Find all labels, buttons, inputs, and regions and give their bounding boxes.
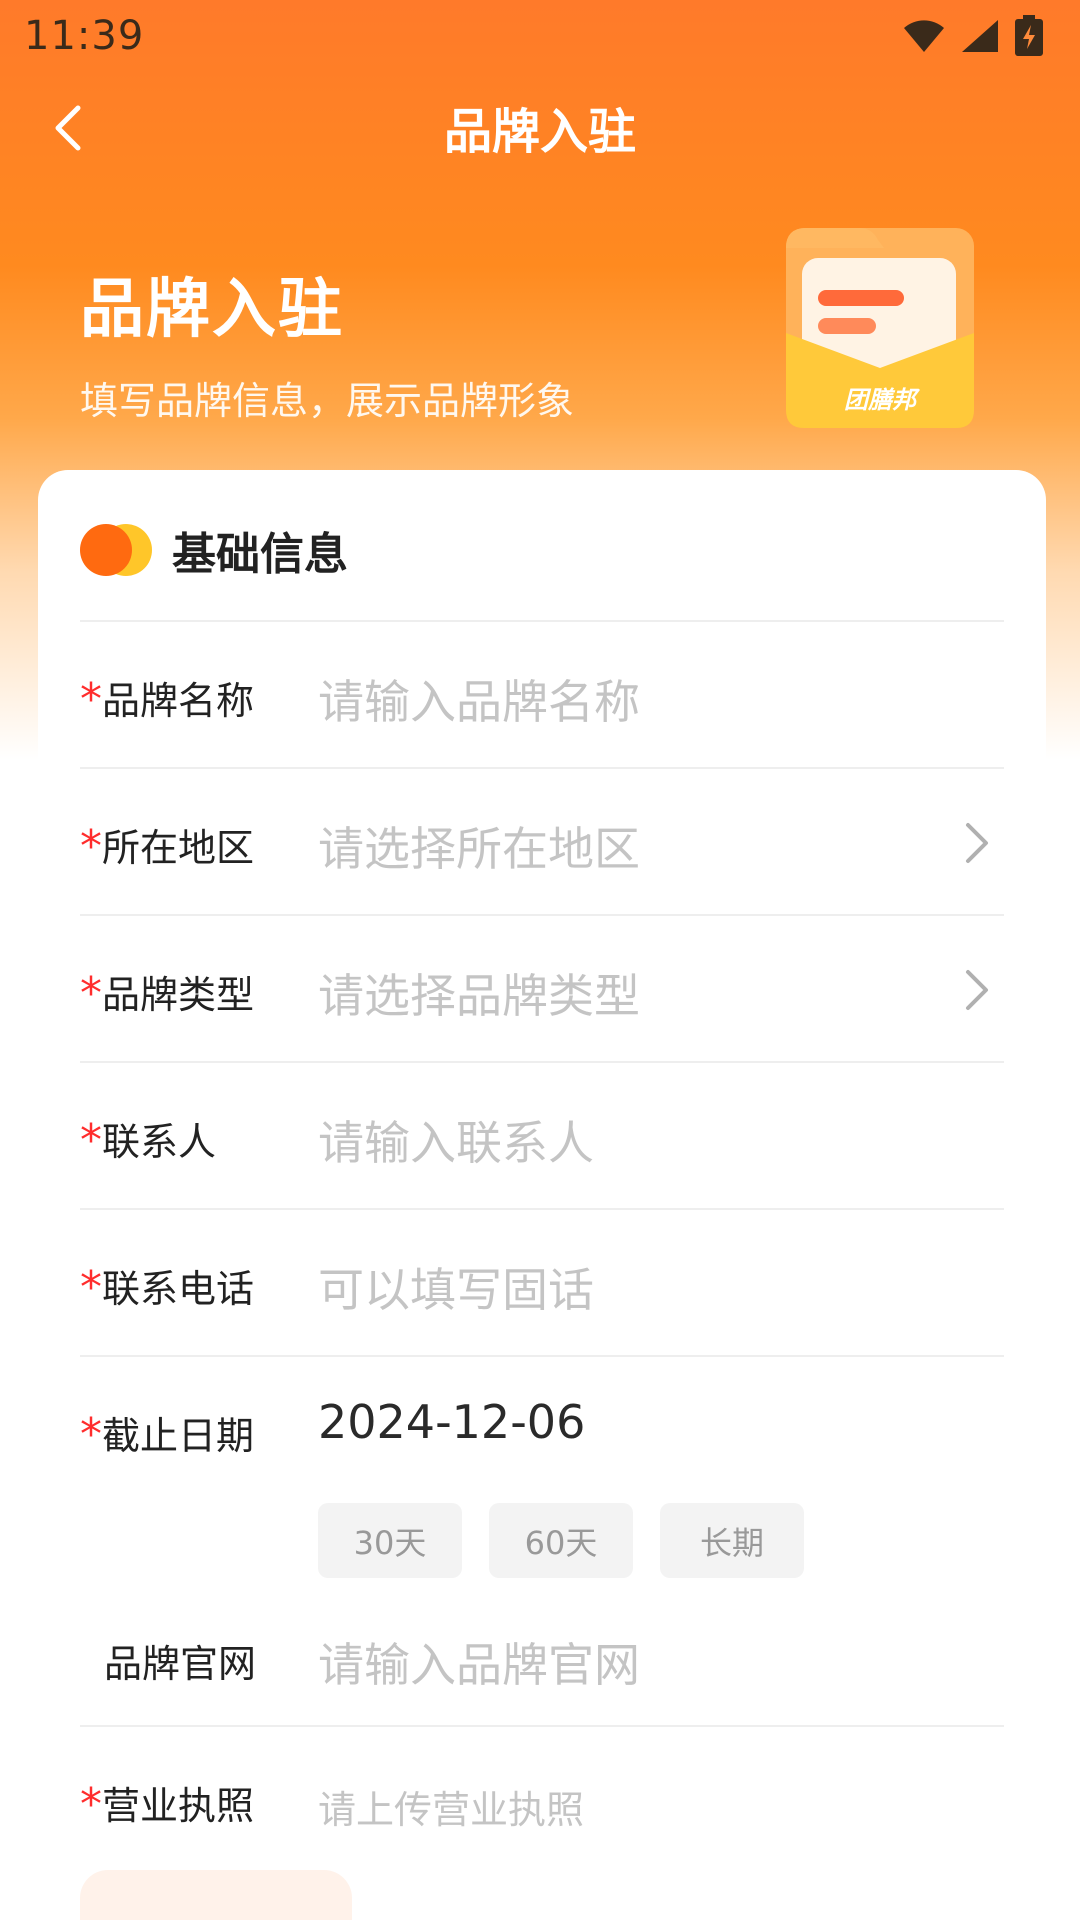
folder-illustration-icon: 团膳邦: [786, 228, 974, 428]
section-header: 基础信息: [80, 520, 348, 580]
form-card: 基础信息 *品牌名称 请输入品牌名称 *所在地区 请选择所在地区 *品牌类型 请…: [38, 470, 1046, 1920]
region-label: *所在地区: [80, 821, 255, 872]
phone-label: *联系电话: [80, 1262, 255, 1313]
region-select[interactable]: 请选择所在地区: [318, 813, 640, 879]
option-60-days-button[interactable]: 60天: [489, 1503, 633, 1578]
contact-row[interactable]: *联系人 请输入联系人: [80, 1061, 1004, 1208]
license-label: *营业执照: [80, 1779, 255, 1830]
battery-icon: [1015, 15, 1043, 56]
license-hint: 请上传营业执照: [318, 1788, 585, 1832]
logo-text: 团膳邦: [844, 387, 920, 414]
option-long-term-button[interactable]: 长期: [660, 1503, 804, 1578]
website-input[interactable]: 请输入品牌官网: [318, 1629, 640, 1695]
hero: 品牌入驻 填写品牌信息，展示品牌形象: [80, 258, 574, 425]
deadline-value[interactable]: 2024-12-06: [318, 1395, 585, 1449]
brand-name-input[interactable]: 请输入品牌名称: [318, 666, 640, 732]
brand-type-label: *品牌类型: [80, 968, 255, 1019]
page-title: 品牌入驻: [443, 104, 636, 160]
wifi-icon: [904, 20, 944, 52]
status-bar: 11:39: [0, 0, 1080, 72]
status-time: 11:39: [24, 13, 145, 59]
region-row[interactable]: *所在地区 请选择所在地区: [80, 767, 1004, 914]
option-30-days-button[interactable]: 30天: [318, 1503, 462, 1578]
hero-subtitle: 填写品牌信息，展示品牌形象: [80, 379, 575, 423]
brand-type-select[interactable]: 请选择品牌类型: [318, 960, 640, 1026]
license-upload-box[interactable]: [80, 1870, 352, 1920]
hero-title: 品牌入驻: [80, 273, 344, 347]
contact-input[interactable]: 请输入联系人: [318, 1107, 594, 1173]
website-label: 品牌官网: [104, 1642, 257, 1686]
chevron-right-icon: [966, 970, 988, 1010]
signal-icon: [962, 20, 998, 52]
deadline-options: 30天 60天 长期: [318, 1503, 804, 1578]
deadline-label: *截止日期: [80, 1409, 255, 1460]
phone-input[interactable]: 可以填写固话: [318, 1254, 594, 1320]
chevron-right-icon: [966, 823, 988, 863]
nav-bar: 品牌入驻: [0, 72, 1080, 182]
license-row: *营业执照 请上传营业执照: [80, 1725, 1004, 1872]
website-row[interactable]: 品牌官网 请输入品牌官网: [80, 1585, 1004, 1725]
brand-name-row[interactable]: *品牌名称 请输入品牌名称: [80, 620, 1004, 767]
brand-type-row[interactable]: *品牌类型 请选择品牌类型: [80, 914, 1004, 1061]
phone-row[interactable]: *联系电话 可以填写固话: [80, 1208, 1004, 1355]
section-title: 基础信息: [172, 529, 348, 580]
back-arrow-icon: [55, 105, 81, 151]
brand-name-label: *品牌名称: [80, 674, 255, 725]
back-button[interactable]: [36, 96, 100, 160]
contact-label: *联系人: [80, 1115, 217, 1166]
section-dot-icon: [80, 524, 152, 576]
status-icons: [902, 15, 1044, 57]
